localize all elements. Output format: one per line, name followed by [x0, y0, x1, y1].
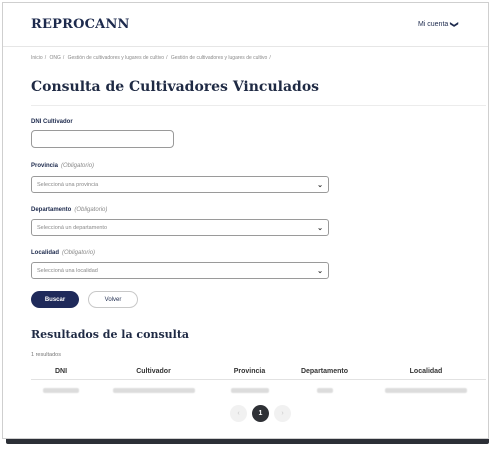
app-window: REPROCANN Mi cuenta ❯ Inicio / ONG / Gesti…: [2, 2, 489, 439]
redacted-text: [385, 387, 467, 393]
table-row[interactable]: [31, 379, 486, 398]
account-label: Mi cuenta: [417, 21, 449, 28]
chevron-down-icon: ⌄: [317, 267, 323, 275]
cell-cultivador-redacted: [91, 379, 216, 398]
provincia-label: Provincia (Obligatorio): [31, 163, 94, 169]
breadcrumb-item-gestion[interactable]: Gestión de cultivadores y lugares de cul…: [68, 55, 164, 61]
localidad-label: Localidad (Obligatorio): [31, 250, 95, 256]
breadcrumb-separator: /: [269, 55, 271, 61]
breadcrumb-item-gestion-2[interactable]: Gestión de cultivadores y lugares de cul…: [171, 55, 267, 61]
results-title: Resultados de la consulta: [31, 328, 190, 341]
prev-page-button[interactable]: ‹: [230, 405, 247, 422]
next-page-button[interactable]: ›: [274, 405, 291, 422]
dni-label: DNI Cultivador: [31, 119, 73, 125]
account-menu[interactable]: Mi cuenta ❯: [417, 20, 460, 29]
redacted-text: [230, 387, 269, 393]
breadcrumb-separator: /: [44, 55, 47, 61]
provincia-placeholder: Seleccioná una provincia: [37, 181, 99, 188]
search-button[interactable]: Buscar: [31, 291, 79, 308]
dni-label-text: DNI Cultivador: [31, 119, 73, 125]
provincia-select[interactable]: Seleccioná una provincia ⌄: [31, 176, 329, 193]
localidad-label-text: Localidad: [31, 250, 60, 256]
breadcrumb-item-ong[interactable]: ONG: [49, 55, 60, 61]
column-header-cultivador: Cultivador: [91, 365, 216, 380]
departamento-select[interactable]: Seleccioná un departamento ⌄: [31, 219, 329, 236]
page-1-button[interactable]: 1: [252, 405, 269, 422]
cell-localidad-redacted: [366, 379, 486, 398]
localidad-placeholder: Seleccioná una localidad: [37, 267, 98, 274]
chevron-down-icon: ⌄: [317, 181, 323, 189]
departamento-label: Departamento (Obligatorio): [31, 207, 107, 213]
dni-input[interactable]: [31, 130, 174, 148]
breadcrumb: Inicio / ONG / Gestión de cultivadores y l…: [31, 55, 273, 61]
results-table: DNI Cultivador Provincia Departamento Lo…: [31, 365, 486, 398]
pagination: ‹ 1 ›: [230, 405, 291, 422]
redacted-text: [316, 387, 333, 393]
breadcrumb-item-inicio[interactable]: Inicio: [31, 55, 43, 61]
localidad-select[interactable]: Seleccioná una localidad ⌄: [31, 262, 329, 279]
column-header-localidad: Localidad: [366, 365, 486, 380]
cell-provincia-redacted: [216, 379, 283, 398]
breadcrumb-separator: /: [166, 55, 168, 61]
redacted-text: [112, 387, 195, 393]
brand-logo[interactable]: REPROCANN: [31, 17, 130, 32]
top-navbar: REPROCANN Mi cuenta ❯: [3, 3, 488, 47]
chevron-down-icon: ❯: [450, 21, 460, 28]
redacted-text: [43, 387, 79, 393]
table-header-row: DNI Cultivador Provincia Departamento Lo…: [31, 365, 486, 380]
required-hint: (Obligatorio): [74, 207, 108, 213]
provincia-label-text: Provincia: [31, 163, 59, 169]
chevron-down-icon: ⌄: [317, 224, 323, 232]
required-hint: (Obligatorio): [61, 163, 95, 169]
divider: [31, 105, 486, 106]
results-count: 1 resultados: [31, 352, 61, 358]
departamento-placeholder: Seleccioná un departamento: [37, 224, 108, 231]
breadcrumb-separator: /: [62, 55, 65, 61]
departamento-label-text: Departamento: [31, 207, 72, 213]
cell-departamento-redacted: [283, 379, 366, 398]
required-hint: (Obligatorio): [62, 250, 96, 256]
column-header-departamento: Departamento: [283, 365, 366, 380]
page-title: Consulta de Cultivadores Vinculados: [31, 79, 320, 95]
back-button[interactable]: Volver: [88, 291, 138, 308]
column-header-dni: DNI: [31, 365, 91, 380]
column-header-provincia: Provincia: [216, 365, 283, 380]
cell-dni-redacted: [31, 379, 91, 398]
